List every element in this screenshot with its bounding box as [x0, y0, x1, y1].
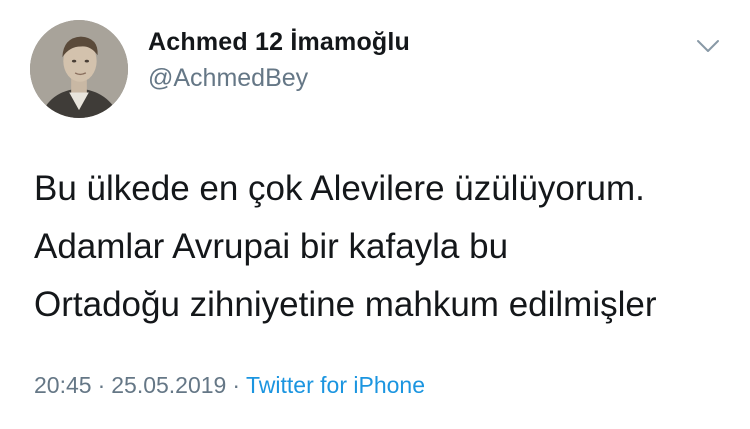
- chevron-down-icon[interactable]: [696, 38, 720, 54]
- meta-separator: ·: [97, 372, 106, 398]
- avatar[interactable]: [30, 20, 128, 118]
- tweet-card: Achmed 12 İmamoğlu @AchmedBey Bu ülkede …: [0, 0, 750, 429]
- tweet-text: Bu ülkede en çok Alevilere üzülüyorum. A…: [34, 160, 734, 334]
- tweet-source-link[interactable]: Twitter for iPhone: [246, 372, 425, 398]
- tweet-meta: 20:45 · 25.05.2019 · Twitter for iPhone: [34, 372, 425, 399]
- avatar-image: [30, 20, 128, 118]
- tweet-time[interactable]: 20:45: [34, 372, 92, 398]
- user-handle[interactable]: @AchmedBey: [148, 64, 308, 93]
- tweet-text-line: Ortadoğu zihniyetine mahkum edilmişler: [34, 285, 657, 324]
- tweet-text-line: Adamlar Avrupai bir kafayla bu: [34, 227, 509, 266]
- tweet-text-line: Bu ülkede en çok Alevilere üzülüyorum.: [34, 169, 645, 208]
- display-name[interactable]: Achmed 12 İmamoğlu: [148, 28, 410, 57]
- meta-separator: ·: [232, 372, 241, 398]
- tweet-date[interactable]: 25.05.2019: [111, 372, 226, 398]
